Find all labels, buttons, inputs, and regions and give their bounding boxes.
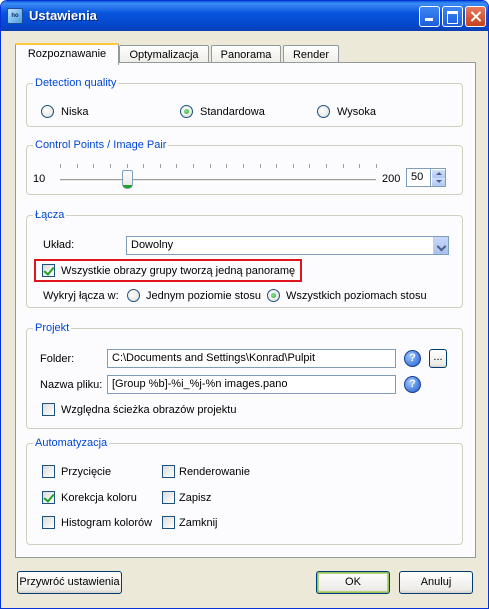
slider-tick (260, 164, 261, 168)
radio-wysoka[interactable] (317, 105, 330, 118)
layout-select[interactable]: Dowolny (126, 236, 449, 255)
color-correction-label: Korekcja koloru (61, 492, 137, 504)
slider-tick (143, 164, 144, 168)
slider-tick (276, 164, 277, 168)
slider-tick (77, 164, 78, 168)
control-points-group: Control Points / Image Pair 10 200 50 (26, 139, 463, 195)
slider-thumb[interactable] (121, 170, 133, 189)
slider-tick (343, 164, 344, 168)
window-title: Ustawienia (29, 8, 97, 23)
cancel-button[interactable]: Anuluj (399, 571, 473, 594)
save-label: Zapisz (179, 492, 212, 504)
slider-tick (376, 164, 377, 168)
ok-button[interactable]: OK (316, 571, 390, 594)
filename-label: Nazwa pliku: (40, 379, 103, 391)
links-group: Łącza Układ: Dowolny Wszystkie obrazy gr… (26, 209, 463, 308)
control-points-spinner[interactable] (430, 168, 446, 187)
project-group: Projekt Folder: C:\Documents and Setting… (26, 322, 463, 429)
color-histogram-checkbox[interactable] (42, 516, 55, 529)
close-checkbox[interactable] (162, 516, 175, 529)
slider-min-label: 10 (33, 173, 46, 185)
all-images-checkbox[interactable] (42, 264, 55, 277)
slider-tick (127, 164, 128, 168)
radio-niska-label: Niska (61, 106, 89, 118)
slider-tick (110, 164, 111, 168)
spin-up-icon[interactable] (432, 170, 445, 178)
filename-input[interactable]: [Group %b]-%i_%j-%n images.pano (107, 375, 396, 394)
slider-tick (93, 164, 94, 168)
browse-button[interactable]: ... (429, 349, 447, 368)
slider-tick (210, 164, 211, 168)
folder-input[interactable]: C:\Documents and Settings\Konrad\Pulpit (107, 349, 396, 368)
slider-tick (326, 164, 327, 168)
chevron-down-icon[interactable] (433, 237, 448, 254)
crop-label: Przycięcie (61, 466, 112, 478)
render-checkbox[interactable] (162, 465, 175, 478)
slider-tick (293, 164, 294, 168)
folder-help-icon[interactable]: ? (404, 350, 421, 367)
close-icon (466, 7, 485, 26)
render-label: Renderowanie (179, 466, 250, 478)
filename-help-icon[interactable]: ? (404, 376, 421, 393)
slider-tick (60, 164, 61, 168)
layout-select-value: Dowolny (131, 239, 174, 251)
spin-down-icon[interactable] (432, 178, 445, 186)
tab-panel: Detection quality Niska Standardowa Wyso… (15, 62, 476, 558)
minimize-button[interactable] (419, 6, 440, 27)
slider-tick (359, 164, 360, 168)
color-correction-checkbox[interactable] (42, 491, 55, 504)
slider-max-label: 200 (382, 173, 401, 185)
slider-tick (193, 164, 194, 168)
slider-tick (243, 164, 244, 168)
tab-rozpoznawanie[interactable]: Rozpoznawanie (15, 43, 119, 65)
radio-standardowa[interactable] (180, 105, 193, 118)
control-points-title: Control Points / Image Pair (33, 139, 169, 152)
title-bar[interactable]: ho Ustawienia (1, 1, 488, 31)
restore-defaults-button[interactable]: Przywróć ustawienia (17, 571, 122, 594)
radio-wysoka-label: Wysoka (337, 106, 377, 118)
automation-group: Automatyzacja Przycięcie Korekcja koloru… (26, 437, 463, 545)
all-images-label: Wszystkie obrazy grupy tworzą jedną pano… (61, 265, 296, 277)
automation-title: Automatyzacja (33, 437, 110, 450)
settings-window: ho Ustawienia Rozpoznawanie Optymalizacj… (0, 0, 489, 609)
close-button[interactable] (465, 6, 486, 27)
relative-path-checkbox[interactable] (42, 403, 55, 416)
radio-all-stack-levels-label: Wszystkich poziomach stosu (286, 290, 427, 302)
crop-checkbox[interactable] (42, 465, 55, 478)
relative-path-label: Względna ścieżka obrazów projektu (61, 404, 237, 416)
slider-tick (309, 164, 310, 168)
slider-track[interactable] (60, 179, 376, 182)
detection-quality-title: Detection quality (33, 77, 119, 90)
project-title: Projekt (33, 322, 72, 335)
slider-tick (160, 164, 161, 168)
control-points-value[interactable]: 50 (406, 168, 431, 187)
slider-tick (226, 164, 227, 168)
links-title: Łącza (33, 209, 67, 222)
save-checkbox[interactable] (162, 491, 175, 504)
detect-links-label: Wykryj łącza w: (43, 290, 119, 302)
close-label: Zamknij (179, 517, 218, 529)
radio-one-stack-level-label: Jednym poziomie stosu (146, 290, 261, 302)
color-histogram-label: Histogram kolorów (61, 517, 153, 529)
maximize-button[interactable] (442, 6, 463, 27)
radio-one-stack-level[interactable] (127, 289, 140, 302)
layout-label: Układ: (43, 239, 75, 251)
folder-label: Folder: (40, 353, 75, 365)
radio-standardowa-label: Standardowa (200, 106, 265, 118)
detection-quality-group: Detection quality Niska Standardowa Wyso… (26, 77, 463, 127)
app-icon: ho (7, 8, 23, 24)
radio-all-stack-levels[interactable] (267, 289, 280, 302)
slider-tick (176, 164, 177, 168)
radio-niska[interactable] (41, 105, 54, 118)
